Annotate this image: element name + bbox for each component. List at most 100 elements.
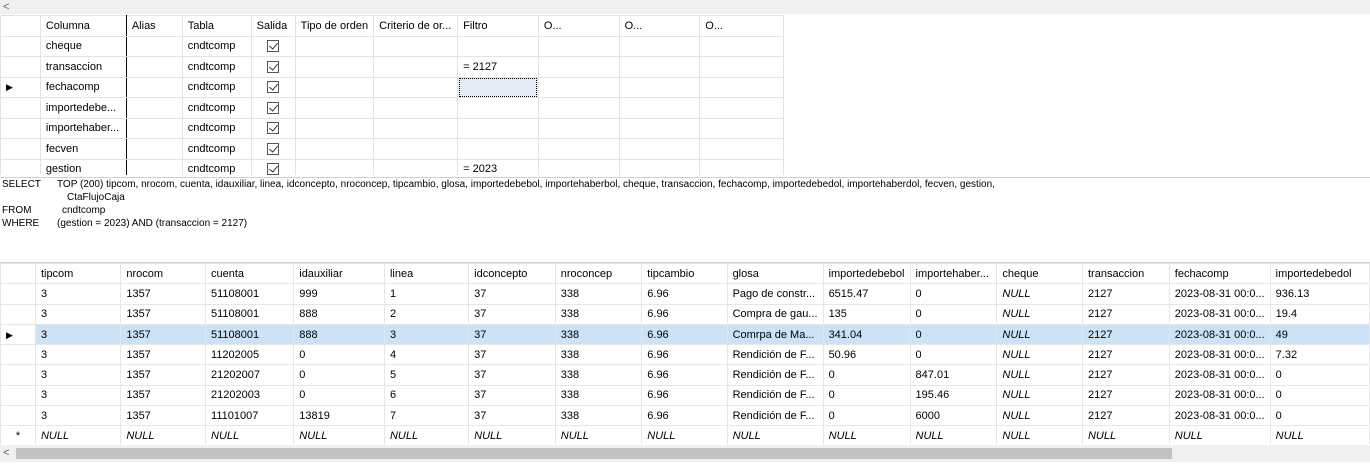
table-row[interactable]: 3 1357 21202007 0 5 37 338 6.96 Rendición de F..… (0, 364, 1370, 386)
criteria-or-cell[interactable] (537, 97, 620, 119)
table-cell[interactable]: 3 (34, 344, 122, 366)
table-cell[interactable]: NULL (996, 405, 1083, 427)
table-cell[interactable]: Rendición de F... (726, 344, 824, 366)
criteria-row[interactable]: importedebe... cndtcomp (0, 97, 784, 119)
table-cell[interactable]: 2127 (1081, 384, 1170, 407)
table-cell[interactable]: 11202005 (205, 344, 295, 366)
table-cell[interactable]: 50.96 (822, 344, 911, 366)
scroll-left-arrow-icon[interactable]: < (3, 0, 15, 14)
table-cell[interactable]: NULL (996, 283, 1083, 305)
criteria-sort-type-cell[interactable] (294, 97, 375, 119)
table-cell[interactable]: 37 (468, 323, 556, 346)
table-cell[interactable]: 2127 (1081, 344, 1170, 366)
table-cell[interactable]: NULL (1168, 425, 1271, 444)
table-cell[interactable]: NULL (468, 425, 556, 444)
table-cell[interactable]: 6.96 (641, 303, 728, 325)
output-checkbox[interactable] (267, 101, 280, 114)
table-cell[interactable]: 1357 (120, 405, 207, 427)
row-selector[interactable] (0, 344, 36, 366)
table-cell[interactable]: 13819 (293, 405, 385, 427)
table-cell[interactable]: 7.32 (1269, 344, 1370, 366)
criteria-filter-cell[interactable]: = 2127 (457, 56, 539, 78)
criteria-row[interactable]: cheque cndtcomp (0, 35, 784, 57)
table-cell[interactable]: 2127 (1081, 405, 1170, 427)
table-cell[interactable]: NULL (996, 425, 1083, 444)
results-column-header[interactable]: importedebedol (1269, 263, 1370, 285)
criteria-column-header[interactable]: Tipo de orden (294, 15, 375, 37)
table-cell[interactable]: Pago de constr... (726, 283, 824, 305)
table-cell[interactable]: 338 (554, 344, 643, 366)
row-selector[interactable] (0, 364, 36, 386)
table-cell[interactable]: 936.13 (1269, 283, 1370, 305)
criteria-or-cell[interactable] (618, 56, 701, 78)
table-cell[interactable]: NULL (554, 425, 643, 444)
criteria-sort-order-cell[interactable] (373, 56, 459, 78)
table-cell[interactable]: 341.04 (822, 323, 911, 346)
table-cell[interactable]: 3 (34, 384, 122, 407)
results-column-header[interactable]: tipcambio (641, 263, 728, 285)
table-cell[interactable]: 1357 (120, 344, 207, 366)
criteria-sort-order-cell[interactable] (373, 158, 459, 175)
table-cell[interactable]: 4 (383, 344, 470, 366)
criteria-or-cell[interactable] (699, 97, 784, 119)
table-cell[interactable]: 2023-08-31 00:0... (1168, 405, 1271, 427)
criteria-sort-type-cell[interactable] (294, 35, 375, 57)
table-cell[interactable]: 0 (1269, 384, 1370, 407)
row-selector[interactable] (0, 283, 36, 305)
table-row[interactable]: 3 1357 51108001 999 1 37 338 6.96 Pago de constr… (0, 283, 1370, 305)
criteria-column-header[interactable]: Alias (125, 15, 183, 37)
table-cell[interactable]: 2023-08-31 00:0... (1168, 323, 1271, 346)
criteria-sort-type-cell[interactable] (294, 117, 375, 139)
table-cell[interactable]: 37 (468, 344, 556, 366)
output-checkbox[interactable] (267, 81, 280, 94)
table-cell[interactable]: 338 (554, 364, 643, 386)
table-cell[interactable]: 2127 (1081, 283, 1170, 305)
row-selector[interactable]: ▶ (0, 76, 41, 98)
output-checkbox[interactable] (267, 122, 280, 135)
table-cell[interactable]: 338 (554, 323, 643, 346)
row-selector[interactable] (0, 138, 41, 160)
table-cell[interactable]: NULL (34, 425, 122, 444)
table-cell[interactable]: 3 (34, 405, 122, 427)
table-cell[interactable]: 1357 (120, 364, 207, 386)
output-checkbox[interactable] (267, 163, 280, 175)
criteria-filter-cell[interactable]: = 2023 (457, 158, 539, 175)
table-cell[interactable]: 0 (293, 344, 385, 366)
criteria-row[interactable]: gestion cndtcomp = 2023 (0, 158, 784, 175)
row-selector[interactable]: ▶ (0, 323, 36, 346)
table-cell[interactable]: 2127 (1081, 364, 1170, 386)
output-checkbox[interactable] (267, 142, 280, 155)
criteria-output-cell[interactable] (250, 138, 296, 160)
criteria-sort-order-cell[interactable] (373, 35, 459, 57)
table-cell[interactable]: 6.96 (641, 344, 728, 366)
criteria-output-cell[interactable] (250, 76, 296, 98)
criteria-sort-order-cell[interactable] (373, 117, 459, 139)
table-cell[interactable]: NULL (120, 425, 207, 444)
table-cell[interactable]: 2023-08-31 00:0... (1168, 283, 1271, 305)
table-cell[interactable]: NULL (383, 425, 470, 444)
results-column-header[interactable]: linea (383, 263, 470, 285)
output-checkbox[interactable] (267, 60, 280, 73)
results-column-header[interactable]: idconcepto (468, 263, 556, 285)
table-cell[interactable]: NULL (822, 425, 911, 444)
criteria-column-header[interactable]: O... (699, 15, 784, 37)
table-cell[interactable]: 1357 (120, 384, 207, 407)
criteria-sort-type-cell[interactable] (294, 76, 375, 98)
criteria-or-cell[interactable] (537, 158, 620, 175)
criteria-column-cell[interactable]: fechacomp (39, 76, 127, 98)
criteria-alias-cell[interactable] (125, 97, 183, 119)
table-cell[interactable]: 0 (1269, 364, 1370, 386)
criteria-or-cell[interactable] (618, 117, 701, 139)
table-cell[interactable]: NULL (1269, 425, 1370, 444)
criteria-sort-type-cell[interactable] (294, 56, 375, 78)
results-column-header[interactable]: nrocom (120, 263, 207, 285)
table-cell[interactable]: 2023-08-31 00:0... (1168, 384, 1271, 407)
criteria-filter-cell[interactable] (457, 138, 539, 160)
table-cell[interactable]: 3 (34, 364, 122, 386)
results-column-header[interactable]: cheque (996, 263, 1083, 285)
table-cell[interactable]: NULL (996, 384, 1083, 407)
table-cell[interactable]: 1 (383, 283, 470, 305)
criteria-filter-cell[interactable] (457, 97, 539, 119)
criteria-filter-cell[interactable] (457, 35, 539, 57)
criteria-or-cell[interactable] (699, 117, 784, 139)
